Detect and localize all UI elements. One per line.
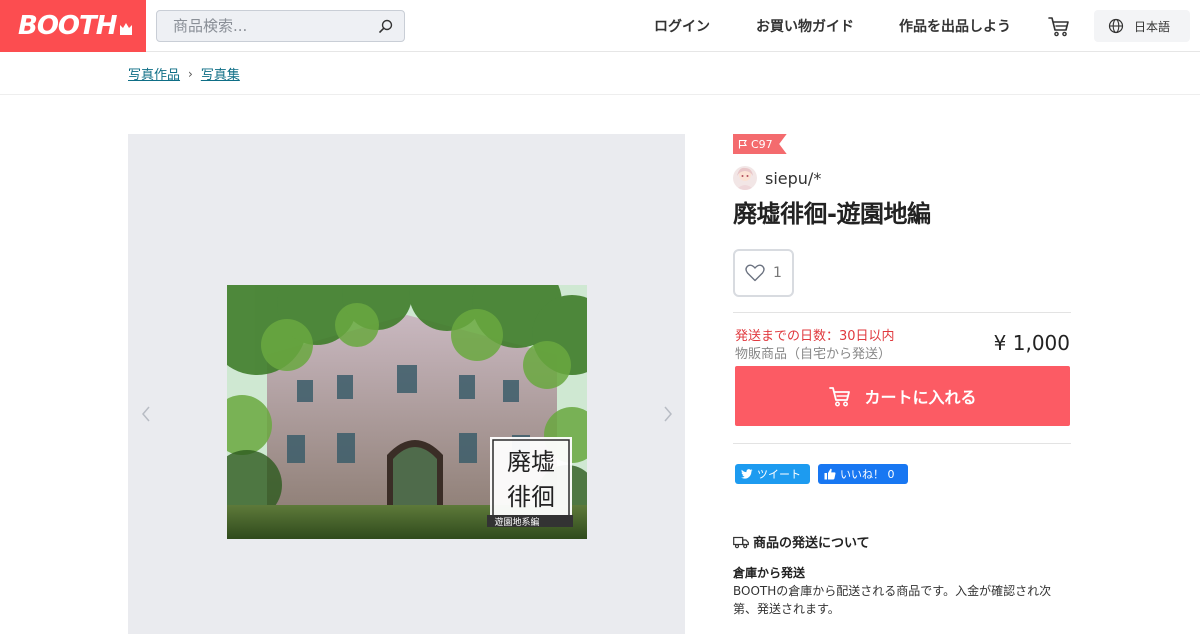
shop-link[interactable]: siepu/* bbox=[733, 166, 821, 190]
like-count: 1 bbox=[773, 265, 782, 281]
site-header: BOOTH ログイン お買い物ガイド 作品を出品しよう 日本語 bbox=[0, 0, 1200, 52]
twitter-bird-icon bbox=[741, 469, 753, 479]
tweet-label: ツイート bbox=[757, 468, 801, 481]
product-title: 廃墟徘徊-遊園地編 bbox=[733, 200, 931, 228]
event-tag-label: C97 bbox=[751, 137, 773, 151]
cover-title-line-1: 廃墟 bbox=[507, 448, 555, 476]
gallery-prev-icon[interactable] bbox=[136, 404, 156, 424]
logo-cat-icon bbox=[119, 23, 132, 35]
flag-icon bbox=[738, 139, 747, 149]
shop-name: siepu/* bbox=[765, 168, 822, 188]
event-tag[interactable]: C97 bbox=[733, 134, 787, 154]
product-gallery: 廃墟 徘徊 遊園地系編 bbox=[128, 134, 685, 634]
globe-icon bbox=[1108, 18, 1124, 34]
divider bbox=[733, 443, 1071, 444]
warehouse-shipping-description: BOOTHの倉庫から配送される商品です。入金が確認され次第、発送されます。 bbox=[733, 584, 1052, 616]
cover-title-line-2: 徘徊 bbox=[507, 483, 555, 511]
language-label: 日本語 bbox=[1134, 19, 1171, 34]
warehouse-shipping-title: 倉庫から発送 bbox=[733, 566, 806, 580]
start-selling-link[interactable]: 作品を出品しよう bbox=[899, 0, 1011, 52]
product-main-image[interactable]: 廃墟 徘徊 遊園地系編 bbox=[227, 285, 587, 539]
breadcrumb-separator-icon: › bbox=[188, 66, 193, 81]
add-to-cart-button[interactable]: カートに入れる bbox=[735, 366, 1070, 426]
logo-text: BOOTH bbox=[18, 11, 118, 41]
shopping-guide-link[interactable]: お買い物ガイド bbox=[756, 0, 854, 52]
facebook-like-button[interactable]: いいね！ 0 bbox=[818, 464, 908, 484]
booth-logo[interactable]: BOOTH bbox=[0, 0, 146, 52]
cart-icon[interactable] bbox=[1047, 14, 1071, 38]
breadcrumb-divider bbox=[0, 94, 1200, 95]
search-input[interactable] bbox=[157, 11, 367, 41]
ruined-building-photo: 廃墟 徘徊 遊園地系編 bbox=[227, 285, 587, 539]
search-box bbox=[156, 10, 405, 42]
breadcrumb-photo-books[interactable]: 写真集 bbox=[201, 64, 240, 83]
shipping-info-heading: 商品の発送について bbox=[733, 532, 870, 551]
like-button[interactable]: 1 bbox=[733, 249, 794, 297]
shop-avatar bbox=[733, 166, 757, 190]
language-selector[interactable]: 日本語 bbox=[1094, 10, 1190, 42]
shipping-type: 物販商品（自宅から発送） bbox=[735, 347, 892, 362]
heart-icon bbox=[745, 264, 765, 282]
search-icon[interactable] bbox=[378, 18, 394, 34]
breadcrumb: 写真作品 › 写真集 bbox=[128, 64, 240, 84]
breadcrumb-photo-works[interactable]: 写真作品 bbox=[128, 64, 180, 83]
truck-icon bbox=[733, 536, 749, 548]
tweet-button[interactable]: ツイート bbox=[735, 464, 810, 484]
product-price: ¥ 1,000 bbox=[993, 331, 1070, 355]
add-to-cart-label: カートに入れる bbox=[864, 388, 977, 407]
facebook-like-label: いいね！ 0 bbox=[840, 468, 895, 481]
cart-icon bbox=[829, 387, 851, 407]
thumbs-up-icon bbox=[824, 468, 836, 480]
cover-subtitle: 遊園地系編 bbox=[494, 516, 539, 528]
shipping-info-heading-text: 商品の発送について bbox=[753, 536, 870, 551]
login-link[interactable]: ログイン bbox=[654, 0, 710, 52]
divider bbox=[733, 312, 1071, 313]
shipping-days: 発送までの日数：30日以内 bbox=[735, 329, 895, 344]
gallery-next-icon[interactable] bbox=[658, 404, 678, 424]
